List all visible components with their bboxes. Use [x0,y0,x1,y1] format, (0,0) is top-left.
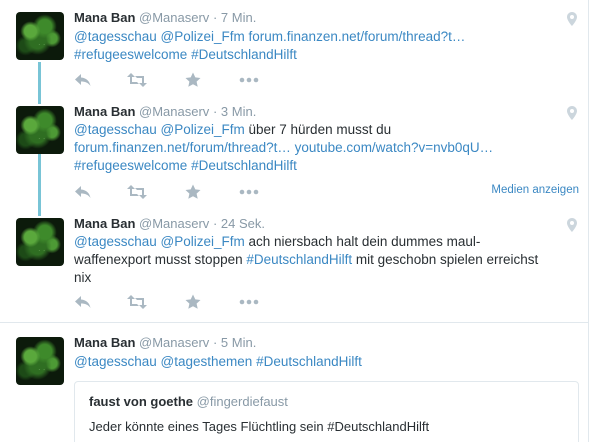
separator-dot: · [212,216,218,231]
author-handle[interactable]: @Manaserv [139,10,209,25]
location-pin-icon[interactable] [567,12,577,26]
author-handle[interactable]: @Manaserv [139,216,209,231]
tweet-text: @tagesschau @Polizei_Ffm über 7 hürden m… [74,121,524,175]
timestamp[interactable]: 7 Min. [221,10,256,25]
avatar[interactable]: · · [16,106,64,154]
hashtag-link[interactable]: #refugeeswelcome [74,47,187,62]
retweet-icon[interactable] [126,183,148,201]
hashtag-link[interactable]: #refugeeswelcome [74,158,187,173]
tweet-header: Mana Ban @Manaserv · 5 Min. [74,335,256,350]
avatar[interactable]: · · [16,337,64,385]
star-icon[interactable] [184,293,202,311]
timestamp[interactable]: 24 Sek. [221,216,265,231]
hashtag-link[interactable]: #DeutschlandHilft [256,354,362,369]
location-pin-icon[interactable] [567,106,577,120]
avatar[interactable]: · · [16,12,64,60]
url-link[interactable]: youtube.com/watch?v=nvb0qU… [295,140,494,155]
timestamp[interactable]: 3 Min. [221,104,256,119]
hashtag-link[interactable]: #DeutschlandHilft [191,158,297,173]
quoted-author-handle[interactable]: @fingerdiefaust [197,394,288,409]
mention-link[interactable]: @tagesschau [74,354,157,369]
tweet-header: Mana Ban @Manaserv · 24 Sek. [74,216,265,231]
tweet-header: Mana Ban @Manaserv · 7 Min. [74,10,256,25]
separator-dot: · [212,335,218,350]
author-name[interactable]: Mana Ban [74,104,135,119]
mention-link[interactable]: @tagesschau [74,29,157,44]
mention-link[interactable]: @Polizei_Ffm [161,122,245,137]
text-fragment: mit geschobn spielen erreichst [352,252,539,267]
tweet-text: @tagesschau @Polizei_Ffm forum.finanzen.… [74,28,524,64]
text-fragment: über 7 hürden musst du [244,122,392,137]
tweet-actions [74,183,294,201]
retweet-icon[interactable] [126,71,148,89]
tweet-text: @tagesschau @tagesthemen #DeutschlandHil… [74,353,524,371]
tweet[interactable]: · · Mana Ban @Manaserv · 24 Sek. @tagess… [0,210,589,322]
tweet[interactable]: · · Mana Ban @Manaserv · 7 Min. @tagessc… [0,0,589,100]
more-icon[interactable] [238,183,260,201]
star-icon[interactable] [184,183,202,201]
avatar[interactable]: · · [16,218,64,266]
mention-link[interactable]: @Polizei_Ffm [161,29,245,44]
author-name[interactable]: Mana Ban [74,10,135,25]
tweet-header: Mana Ban @Manaserv · 3 Min. [74,104,256,119]
url-link[interactable]: forum.finanzen.net/forum/thread?t… [74,140,291,155]
quoted-author-name[interactable]: faust von goethe [89,394,193,409]
separator-dot: · [212,10,218,25]
tweet-stream: · · Mana Ban @Manaserv · 7 Min. @tagessc… [0,0,589,442]
retweet-icon[interactable] [126,293,148,311]
mention-link[interactable]: @tagesthemen [161,354,253,369]
location-pin-icon[interactable] [567,218,577,232]
show-media-link[interactable]: Medien anzeigen [491,184,579,196]
more-icon[interactable] [238,71,260,89]
tweet-actions [74,293,294,311]
text-fragment: waffenexport musst stoppen [74,252,247,267]
star-icon[interactable] [184,71,202,89]
reply-icon[interactable] [74,293,92,311]
mention-link[interactable]: @tagesschau [74,234,157,249]
author-handle[interactable]: @Manaserv [139,335,209,350]
tweet[interactable]: · · Mana Ban @Manaserv · 3 Min. @tagessc… [0,100,589,210]
reply-icon[interactable] [74,71,92,89]
reply-icon[interactable] [74,183,92,201]
timestamp[interactable]: 5 Min. [221,335,256,350]
author-handle[interactable]: @Manaserv [139,104,209,119]
quoted-tweet-text: Jeder könnte eines Tages Flüchtling sein… [89,419,430,434]
hashtag-link[interactable]: #DeutschlandHilft [191,47,297,62]
author-name[interactable]: Mana Ban [74,216,135,231]
hashtag-link[interactable]: #DeutschlandHilft [246,252,352,267]
quoted-tweet[interactable]: faust von goethe @fingerdiefaust Jeder k… [74,381,579,442]
tweet-text: @tagesschau @Polizei_Ffm ach niersbach h… [74,233,538,287]
author-name[interactable]: Mana Ban [74,335,135,350]
mention-link[interactable]: @Polizei_Ffm [161,234,245,249]
url-link[interactable]: forum.finanzen.net/forum/thread?t… [249,29,466,44]
separator-dot: · [212,104,218,119]
tweet-actions [74,71,294,89]
text-fragment: nix [74,270,92,285]
mention-link[interactable]: @tagesschau [74,122,157,137]
quoted-tweet-header: faust von goethe @fingerdiefaust [89,394,288,409]
more-icon[interactable] [238,293,260,311]
text-fragment: ach niersbach halt dein dummes maul- [244,234,481,249]
